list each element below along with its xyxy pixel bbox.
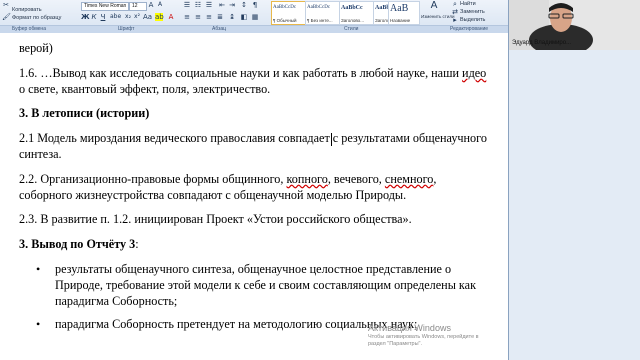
change-styles-button[interactable]: Изменить стили [421,13,455,20]
font-group-label: Шрифт [118,26,135,32]
participant-video[interactable]: Эдуард Владимиро... [509,0,640,50]
style-no-spacing[interactable]: AaBbCcDc ¶ Без инте... [305,1,340,25]
misspelled-word-snemnogo: снемного [384,172,434,186]
replace-button[interactable]: Заменить [460,9,485,16]
font-color-icon[interactable]: A [167,13,175,21]
format-painter-icon[interactable]: 🖌 [2,13,11,21]
change-case-icon[interactable]: Aa [143,13,152,21]
find-icon[interactable]: ⌕ [451,0,459,8]
select-icon[interactable]: ▸ [451,16,459,24]
highlight-icon[interactable]: ab [155,13,164,21]
replace-icon[interactable]: ⇄ [451,8,459,16]
participant-name: Эдуард Владимиро... [512,40,572,46]
style-title[interactable]: AaB Название [388,1,420,25]
shading-icon[interactable]: ◧ [240,13,248,21]
paragraph-1-6: 1.6. …Вывод как исследовать социальные н… [19,66,487,96]
heading-3-chronicles: 3. В летописи (истории) [19,106,150,120]
ribbon: ✂ Копировать 🖌 Формат по образцу Times N… [0,0,508,33]
font-name-select[interactable]: Times New Roman [81,2,129,11]
video-panel: Эдуард Владимиро... [508,0,640,360]
misspelled-word-kopnogo: копного [286,172,328,186]
document-page[interactable]: верой) 1.6. …Вывод как исследовать социа… [0,33,508,360]
find-button[interactable]: Найти [460,1,476,8]
sort-icon[interactable]: ↕ [240,1,248,9]
align-center-icon[interactable]: ≡ [194,13,202,21]
clipboard-group-label: Буфер обмена [12,26,46,32]
change-styles-icon[interactable]: A [430,1,438,11]
paragraph-2-1: 2.1 Модель мироздания ведического правос… [19,131,487,161]
copy-button[interactable]: Копировать [12,7,42,14]
align-left-icon[interactable]: ≡ [183,13,191,21]
bold-icon[interactable]: Ж [81,13,90,21]
borders-icon[interactable]: ▦ [251,13,259,21]
strikethrough-icon[interactable]: abe [110,13,121,21]
underline-icon[interactable]: Ч [99,13,107,21]
windows-activation-watermark: Активация Windows Чтобы активировать Win… [368,323,479,347]
paragraph-2-2: 2.2. Организационно-правовые формы общин… [19,172,437,202]
paragraph-group-label: Абзац [212,26,227,32]
misspelled-word: идео [462,66,487,80]
text-line-continuation: верой) [19,41,53,55]
subscript-icon[interactable]: x₂ [124,13,132,21]
select-button[interactable]: Выделить [460,17,485,24]
style-heading-1[interactable]: AaBbCc Заголово... [339,1,374,25]
align-right-icon[interactable]: ≡ [205,13,213,21]
numbering-icon[interactable]: ☷ [194,1,202,9]
multilevel-list-icon[interactable]: ☰ [205,1,213,9]
cut-icon[interactable]: ✂ [2,1,10,9]
grow-font-icon[interactable]: A [147,1,155,9]
italic-icon[interactable]: К [90,13,98,21]
bullet-marker: • [36,262,41,276]
bullet-item-1: результаты общенаучного синтеза, общенау… [55,262,477,308]
styles-group-label: Стили [344,26,359,32]
decrease-indent-icon[interactable]: ⇤ [218,1,226,9]
text-cursor [330,132,332,146]
justify-icon[interactable]: ≣ [216,13,224,21]
editing-group-label: Редактирование [450,26,489,32]
style-normal[interactable]: AaBbCcDc ¶ Обычный [271,1,306,25]
bullets-icon[interactable]: ☰ [183,1,191,9]
superscript-icon[interactable]: x² [133,13,141,21]
pilcrow-icon[interactable]: ¶ [251,1,259,9]
increase-indent-icon[interactable]: ⇥ [228,1,236,9]
paragraph-2-3: 2.3. В развитие п. 1.2. инициирован Прое… [19,212,412,226]
line-spacing-icon[interactable]: ↨ [228,13,236,21]
bullet-marker: • [36,317,41,331]
shrink-font-icon[interactable]: A [156,1,164,9]
font-size-select[interactable]: 12 [129,2,147,11]
ribbon-group-labels: Буфер обмена Шрифт Абзац Стили Редактиро… [0,25,508,33]
heading-conclusion-report-3: 3. Вывод по Отчёту 3: [19,237,139,251]
format-painter-button[interactable]: Формат по образцу [12,15,61,22]
